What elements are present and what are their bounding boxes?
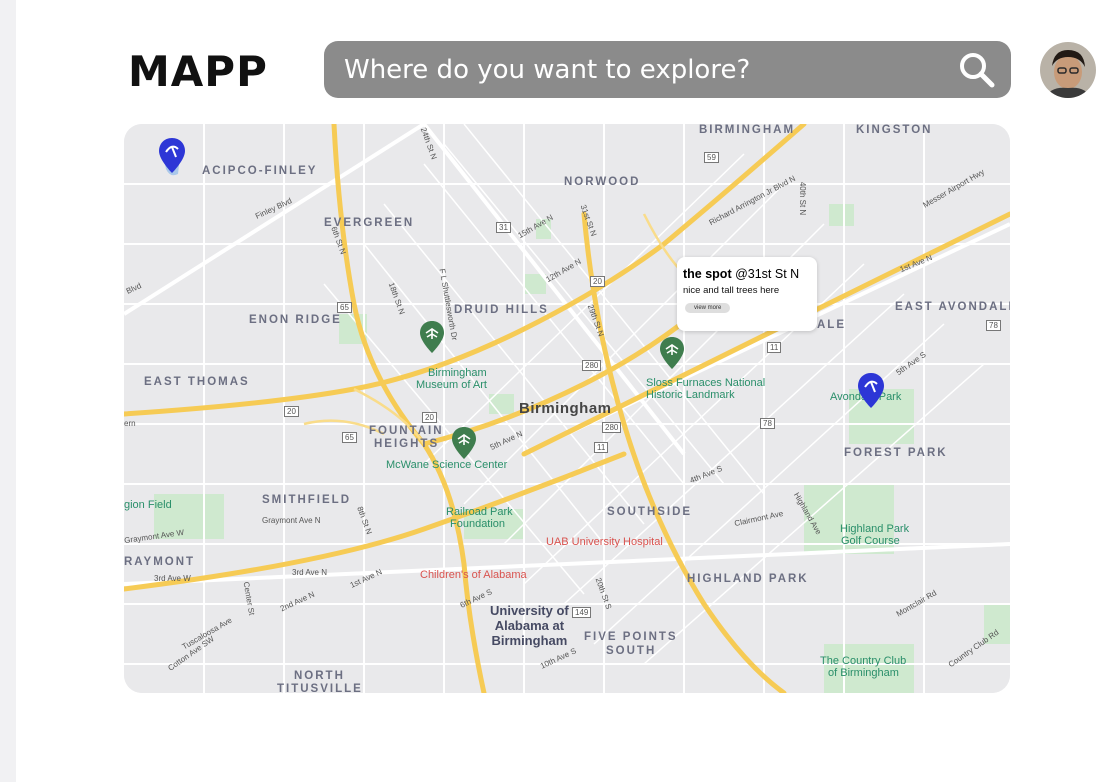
- neighborhood-label: DRUID HILLS: [454, 304, 549, 316]
- neighborhood-label: RAYMONT: [124, 556, 196, 568]
- place-label[interactable]: of Birmingham: [828, 667, 899, 679]
- neighborhood-label: SOUTHSIDE: [607, 506, 693, 518]
- neighborhood-label: KINGSTON: [856, 124, 933, 136]
- place-label[interactable]: Historic Landmark: [646, 389, 735, 401]
- popup-description: nice and tall trees here: [683, 285, 780, 296]
- neighborhood-label: EAST THOMAS: [144, 376, 250, 388]
- place-label[interactable]: The Country Club: [820, 655, 906, 667]
- place-label[interactable]: Railroad Park: [446, 506, 513, 518]
- neighborhood-label: ENON RIDGE: [249, 314, 342, 326]
- popup-location: @31st St N: [735, 267, 800, 281]
- place-label[interactable]: Highland Park: [840, 523, 909, 535]
- street-label: 3rd Ave W: [154, 574, 191, 583]
- place-label[interactable]: UAB University Hospital: [546, 536, 663, 548]
- place-label[interactable]: McWane Science Center: [386, 459, 507, 471]
- search-icon[interactable]: [957, 50, 997, 90]
- university-line: University of: [490, 603, 569, 618]
- route-shield: 280: [602, 422, 622, 433]
- tree-pin-green[interactable]: [419, 320, 445, 354]
- route-shield: 65: [337, 302, 352, 313]
- neighborhood-label: FIVE POINTS: [584, 631, 678, 643]
- street-label: ern: [124, 419, 136, 428]
- neighborhood-label: SOUTH: [606, 645, 657, 657]
- map-view[interactable]: BIRMINGHAM KINGSTON ACIPCO-FINLEY NORWOO…: [124, 124, 1010, 693]
- neighborhood-label: NORTH: [294, 670, 345, 682]
- route-shield: 65: [342, 432, 357, 443]
- route-shield: 59: [704, 152, 719, 163]
- location-pin-blue[interactable]: [857, 372, 885, 410]
- street-label: 40th St N: [798, 181, 808, 216]
- place-label[interactable]: Birmingham: [428, 367, 487, 379]
- user-avatar[interactable]: [1040, 42, 1096, 98]
- university-line: Birmingham: [491, 633, 568, 648]
- route-shield: 149: [572, 607, 592, 618]
- place-label[interactable]: Children's of Alabama: [420, 569, 527, 581]
- place-label[interactable]: Museum of Art: [416, 379, 487, 391]
- search-input[interactable]: [344, 54, 944, 85]
- neighborhood-label: SMITHFIELD: [262, 494, 351, 506]
- place-label[interactable]: gion Field: [124, 499, 172, 511]
- street-label: Graymont Ave N: [262, 516, 321, 525]
- popup-title-line: the spot @31st St N: [683, 267, 811, 281]
- route-shield: 78: [986, 320, 1001, 331]
- route-shield: 11: [594, 442, 609, 453]
- university-line: Alabama at: [494, 618, 565, 633]
- street-label: 3rd Ave N: [292, 568, 327, 577]
- place-label[interactable]: Foundation: [450, 518, 505, 530]
- popup-title: the spot: [683, 267, 732, 281]
- search-bar[interactable]: [324, 41, 1011, 98]
- view-more-button[interactable]: view more: [685, 303, 731, 313]
- app-logo[interactable]: MAPP: [128, 48, 268, 96]
- neighborhood-label: ACIPCO-FINLEY: [202, 165, 318, 177]
- neighborhood-label: EAST AVONDALE: [895, 301, 1010, 313]
- location-pin-blue[interactable]: [158, 137, 186, 175]
- university-label[interactable]: University of Alabama at Birmingham: [490, 603, 569, 648]
- tree-pin-green[interactable]: [451, 426, 477, 460]
- neighborhood-label: BIRMINGHAM: [699, 124, 796, 136]
- route-shield: 20: [284, 406, 299, 417]
- place-label[interactable]: Golf Course: [841, 535, 900, 547]
- neighborhood-label: NORWOOD: [564, 176, 641, 188]
- route-shield: 20: [422, 412, 437, 423]
- neighborhood-label: HEIGHTS: [374, 438, 440, 450]
- left-rail: [0, 0, 16, 782]
- spot-popup[interactable]: the spot @31st St N nice and tall trees …: [677, 257, 817, 331]
- route-shield: 20: [590, 276, 605, 287]
- tree-pin-green[interactable]: [659, 336, 685, 370]
- city-label: Birmingham: [519, 400, 612, 417]
- route-shield: 31: [496, 222, 511, 233]
- neighborhood-label: ALE: [817, 319, 846, 331]
- neighborhood-label: TITUSVILLE: [277, 683, 363, 693]
- route-shield: 280: [582, 360, 602, 371]
- route-shield: 11: [767, 342, 782, 353]
- neighborhood-label: HIGHLAND PARK: [687, 573, 809, 585]
- neighborhood-label: FOUNTAIN: [369, 425, 444, 437]
- neighborhood-label: FOREST PARK: [844, 447, 948, 459]
- place-label[interactable]: Sloss Furnaces National: [646, 377, 765, 389]
- route-shield: 78: [760, 418, 775, 429]
